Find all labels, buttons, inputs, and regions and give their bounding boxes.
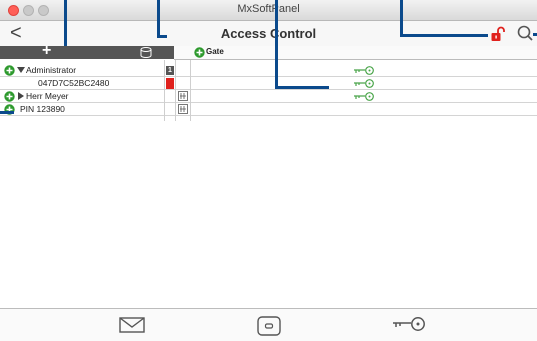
list-toolbar: + Gate [0, 43, 537, 60]
expand-right-icon[interactable] [17, 92, 25, 100]
callout-line [400, 0, 403, 36]
unlock-icon[interactable] [490, 26, 506, 42]
column-header: Gate [174, 46, 537, 60]
plus-circle-icon[interactable] [4, 65, 15, 76]
callout-line [64, 0, 67, 46]
column-divider [175, 60, 176, 121]
callout-line [533, 33, 537, 36]
row-label: Herr Meyer [26, 91, 69, 101]
schedule-icon[interactable] [178, 91, 188, 101]
add-button[interactable]: + [42, 43, 51, 59]
plus-circle-icon[interactable] [4, 91, 15, 102]
table-row[interactable]: Administrator 1 [0, 64, 537, 77]
callout-line [400, 34, 488, 37]
count-badge: 1 [166, 66, 174, 75]
callout-line [275, 86, 329, 89]
device-icon[interactable] [257, 316, 281, 336]
table-row[interactable]: Herr Meyer [0, 90, 537, 103]
window-titlebar: MxSoftPanel [0, 0, 537, 21]
table-row[interactable]: PIN 123890 [0, 103, 537, 116]
table-row[interactable]: 047D7C52BC2480 [0, 77, 537, 90]
callout-line [157, 35, 167, 38]
status-indicator [166, 78, 174, 89]
key-icon[interactable] [391, 316, 427, 332]
column-divider [164, 60, 165, 121]
callout-line [275, 0, 278, 88]
row-label: 047D7C52BC2480 [38, 78, 110, 88]
row-label: PIN 123890 [20, 104, 65, 114]
window-title: MxSoftPanel [237, 3, 300, 15]
gate-column-label: Gate [206, 47, 224, 56]
column-divider [190, 60, 191, 121]
callout-line [0, 111, 14, 114]
mail-icon[interactable] [119, 316, 145, 334]
database-icon[interactable] [140, 47, 152, 58]
row-label: Administrator [26, 65, 77, 75]
plus-circle-icon[interactable] [194, 47, 205, 58]
toolbar-dark-section: + [0, 43, 174, 59]
expand-down-icon[interactable] [17, 66, 25, 74]
schedule-icon[interactable] [178, 104, 188, 114]
access-table: Administrator 1 047D7C52BC2480 Herr Meye… [0, 60, 537, 308]
callout-line [157, 0, 160, 36]
key-icon [354, 92, 374, 101]
key-icon [354, 79, 374, 88]
key-icon [354, 66, 374, 75]
bottom-tab-bar [0, 308, 537, 341]
